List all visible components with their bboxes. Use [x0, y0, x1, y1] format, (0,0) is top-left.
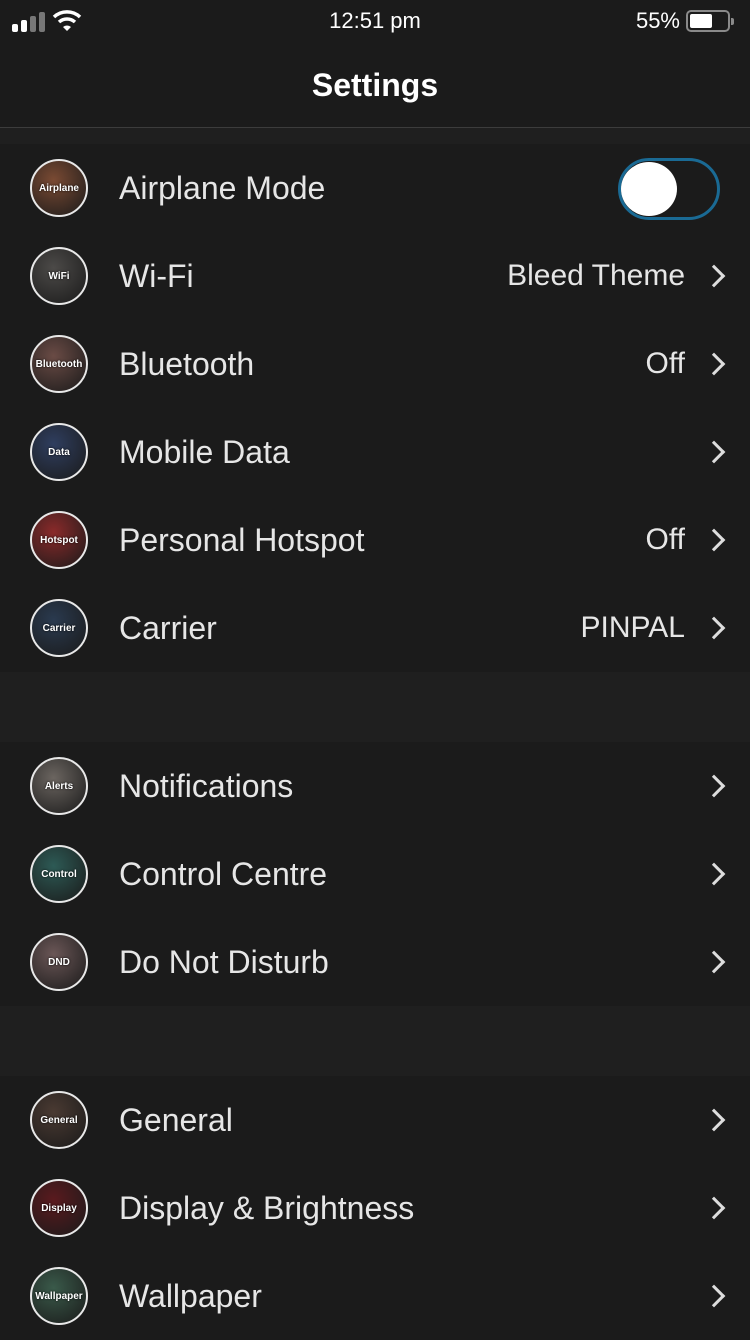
settings-row-airplane-mode[interactable]: Airplane Airplane Mode — [0, 144, 750, 232]
settings-group-connectivity: Airplane Airplane Mode WiFi Wi-Fi Bleed T… — [0, 144, 750, 672]
row-value: PINPAL — [580, 611, 686, 644]
chevron-right-icon — [702, 440, 726, 464]
general-icon: General — [30, 1091, 88, 1149]
settings-row-mobile-data[interactable]: Data Mobile Data — [0, 408, 750, 496]
navigation-bar: Settings — [0, 44, 750, 128]
row-label: Wallpaper — [119, 1277, 262, 1314]
row-label: Wi-Fi — [119, 257, 194, 294]
airplane-mode-icon: Airplane — [30, 159, 88, 217]
display-brightness-icon: Display — [30, 1179, 88, 1237]
chevron-right-icon — [702, 264, 726, 288]
wi-fi-icon: WiFi — [30, 247, 88, 305]
chevron-right-icon — [702, 1196, 726, 1220]
settings-row-do-not-disturb[interactable]: DND Do Not Disturb — [0, 918, 750, 1006]
carrier-icon: Carrier — [30, 599, 88, 657]
row-label: Carrier — [119, 609, 217, 646]
row-label: Notifications — [119, 767, 294, 804]
row-label: General — [119, 1101, 233, 1138]
chevron-right-icon — [702, 616, 726, 640]
chevron-right-icon — [702, 528, 726, 552]
settings-row-wi-fi[interactable]: WiFi Wi-Fi Bleed Theme — [0, 232, 750, 320]
chevron-right-icon — [702, 862, 726, 886]
settings-row-general[interactable]: General General — [0, 1076, 750, 1164]
airplane-mode-toggle[interactable] — [618, 158, 720, 220]
control-centre-icon: Control — [30, 845, 88, 903]
row-label: Display & Brightness — [119, 1189, 415, 1226]
chevron-right-icon — [702, 774, 726, 798]
status-bar: 12:51 pm 55% — [0, 0, 750, 44]
settings-row-bluetooth[interactable]: Bluetooth Bluetooth Off — [0, 320, 750, 408]
settings-row-display-brightness[interactable]: Display Display & Brightness — [0, 1164, 750, 1252]
notifications-icon: Alerts — [30, 757, 88, 815]
settings-row-personal-hotspot[interactable]: Hotspot Personal Hotspot Off — [0, 496, 750, 584]
wallpaper-icon: Wallpaper — [30, 1267, 88, 1325]
chevron-right-icon — [702, 352, 726, 376]
row-label: Control Centre — [119, 855, 328, 892]
personal-hotspot-icon: Hotspot — [30, 511, 88, 569]
row-value: Bleed Theme — [507, 259, 685, 292]
row-label: Do Not Disturb — [119, 943, 329, 980]
chevron-right-icon — [702, 1108, 726, 1132]
row-label: Bluetooth — [119, 345, 255, 382]
settings-group-general: General General Display Display & Bright… — [0, 1076, 750, 1340]
settings-row-wallpaper[interactable]: Wallpaper Wallpaper — [0, 1252, 750, 1340]
bluetooth-icon: Bluetooth — [30, 335, 88, 393]
chevron-right-icon — [702, 1284, 726, 1308]
page-title: Settings — [311, 67, 439, 103]
row-value: Off — [645, 523, 685, 556]
settings-row-notifications[interactable]: Alerts Notifications — [0, 742, 750, 830]
do-not-disturb-icon: DND — [30, 933, 88, 991]
row-label: Airplane Mode — [119, 169, 326, 206]
row-value: Off — [645, 347, 685, 380]
settings-row-control-centre[interactable]: Control Control Centre — [0, 830, 750, 918]
battery-percent: 55% — [635, 8, 680, 33]
settings-group-notifications: Alerts Notifications Control Control Cen… — [0, 742, 750, 1006]
row-label: Personal Hotspot — [119, 521, 365, 558]
chevron-right-icon — [702, 950, 726, 974]
settings-row-carrier[interactable]: Carrier Carrier PINPAL — [0, 584, 750, 672]
row-label: Mobile Data — [119, 433, 290, 470]
battery-icon — [686, 10, 734, 32]
mobile-data-icon: Data — [30, 423, 88, 481]
